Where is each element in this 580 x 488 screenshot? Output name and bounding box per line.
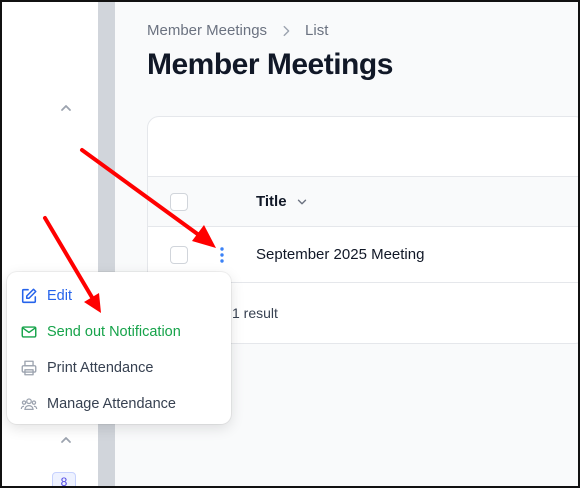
menu-item-print-attendance[interactable]: Print Attendance: [7, 350, 231, 386]
table-header: Title: [148, 177, 580, 227]
breadcrumb: Member Meetings List: [147, 22, 328, 39]
menu-item-manage-attendance[interactable]: Manage Attendance: [7, 386, 231, 422]
menu-item-edit[interactable]: Edit: [7, 278, 231, 314]
breadcrumb-link-member-meetings[interactable]: Member Meetings: [147, 22, 267, 39]
user-group-icon: [20, 395, 38, 413]
result-count: 1 result: [232, 305, 278, 321]
chevron-up-icon[interactable]: [56, 430, 76, 450]
envelope-icon: [20, 323, 38, 341]
row-title[interactable]: September 2025 Meeting: [256, 246, 424, 263]
chevron-right-icon: [279, 24, 293, 38]
row-actions-menu: Edit Send out Notification Print Attenda…: [7, 272, 231, 424]
chevron-down-icon: [295, 195, 309, 209]
menu-item-label: Edit: [47, 288, 72, 304]
menu-item-label: Send out Notification: [47, 324, 181, 340]
table-toolbar: [148, 117, 580, 177]
page-title: Member Meetings: [147, 48, 393, 81]
pencil-square-icon: [20, 287, 38, 305]
menu-item-send-notification[interactable]: Send out Notification: [7, 314, 231, 350]
column-header-title[interactable]: Title: [256, 193, 309, 210]
vertical-ellipsis-icon[interactable]: [214, 245, 230, 265]
sidebar-count-badge: 8: [52, 472, 76, 488]
menu-item-label: Manage Attendance: [47, 396, 176, 412]
row-checkbox[interactable]: [170, 246, 188, 264]
column-title-label: Title: [256, 193, 287, 210]
chevron-up-icon[interactable]: [56, 98, 76, 118]
printer-icon: [20, 359, 38, 377]
select-all-checkbox[interactable]: [170, 193, 188, 211]
menu-item-label: Print Attendance: [47, 360, 154, 376]
breadcrumb-current: List: [305, 22, 329, 39]
